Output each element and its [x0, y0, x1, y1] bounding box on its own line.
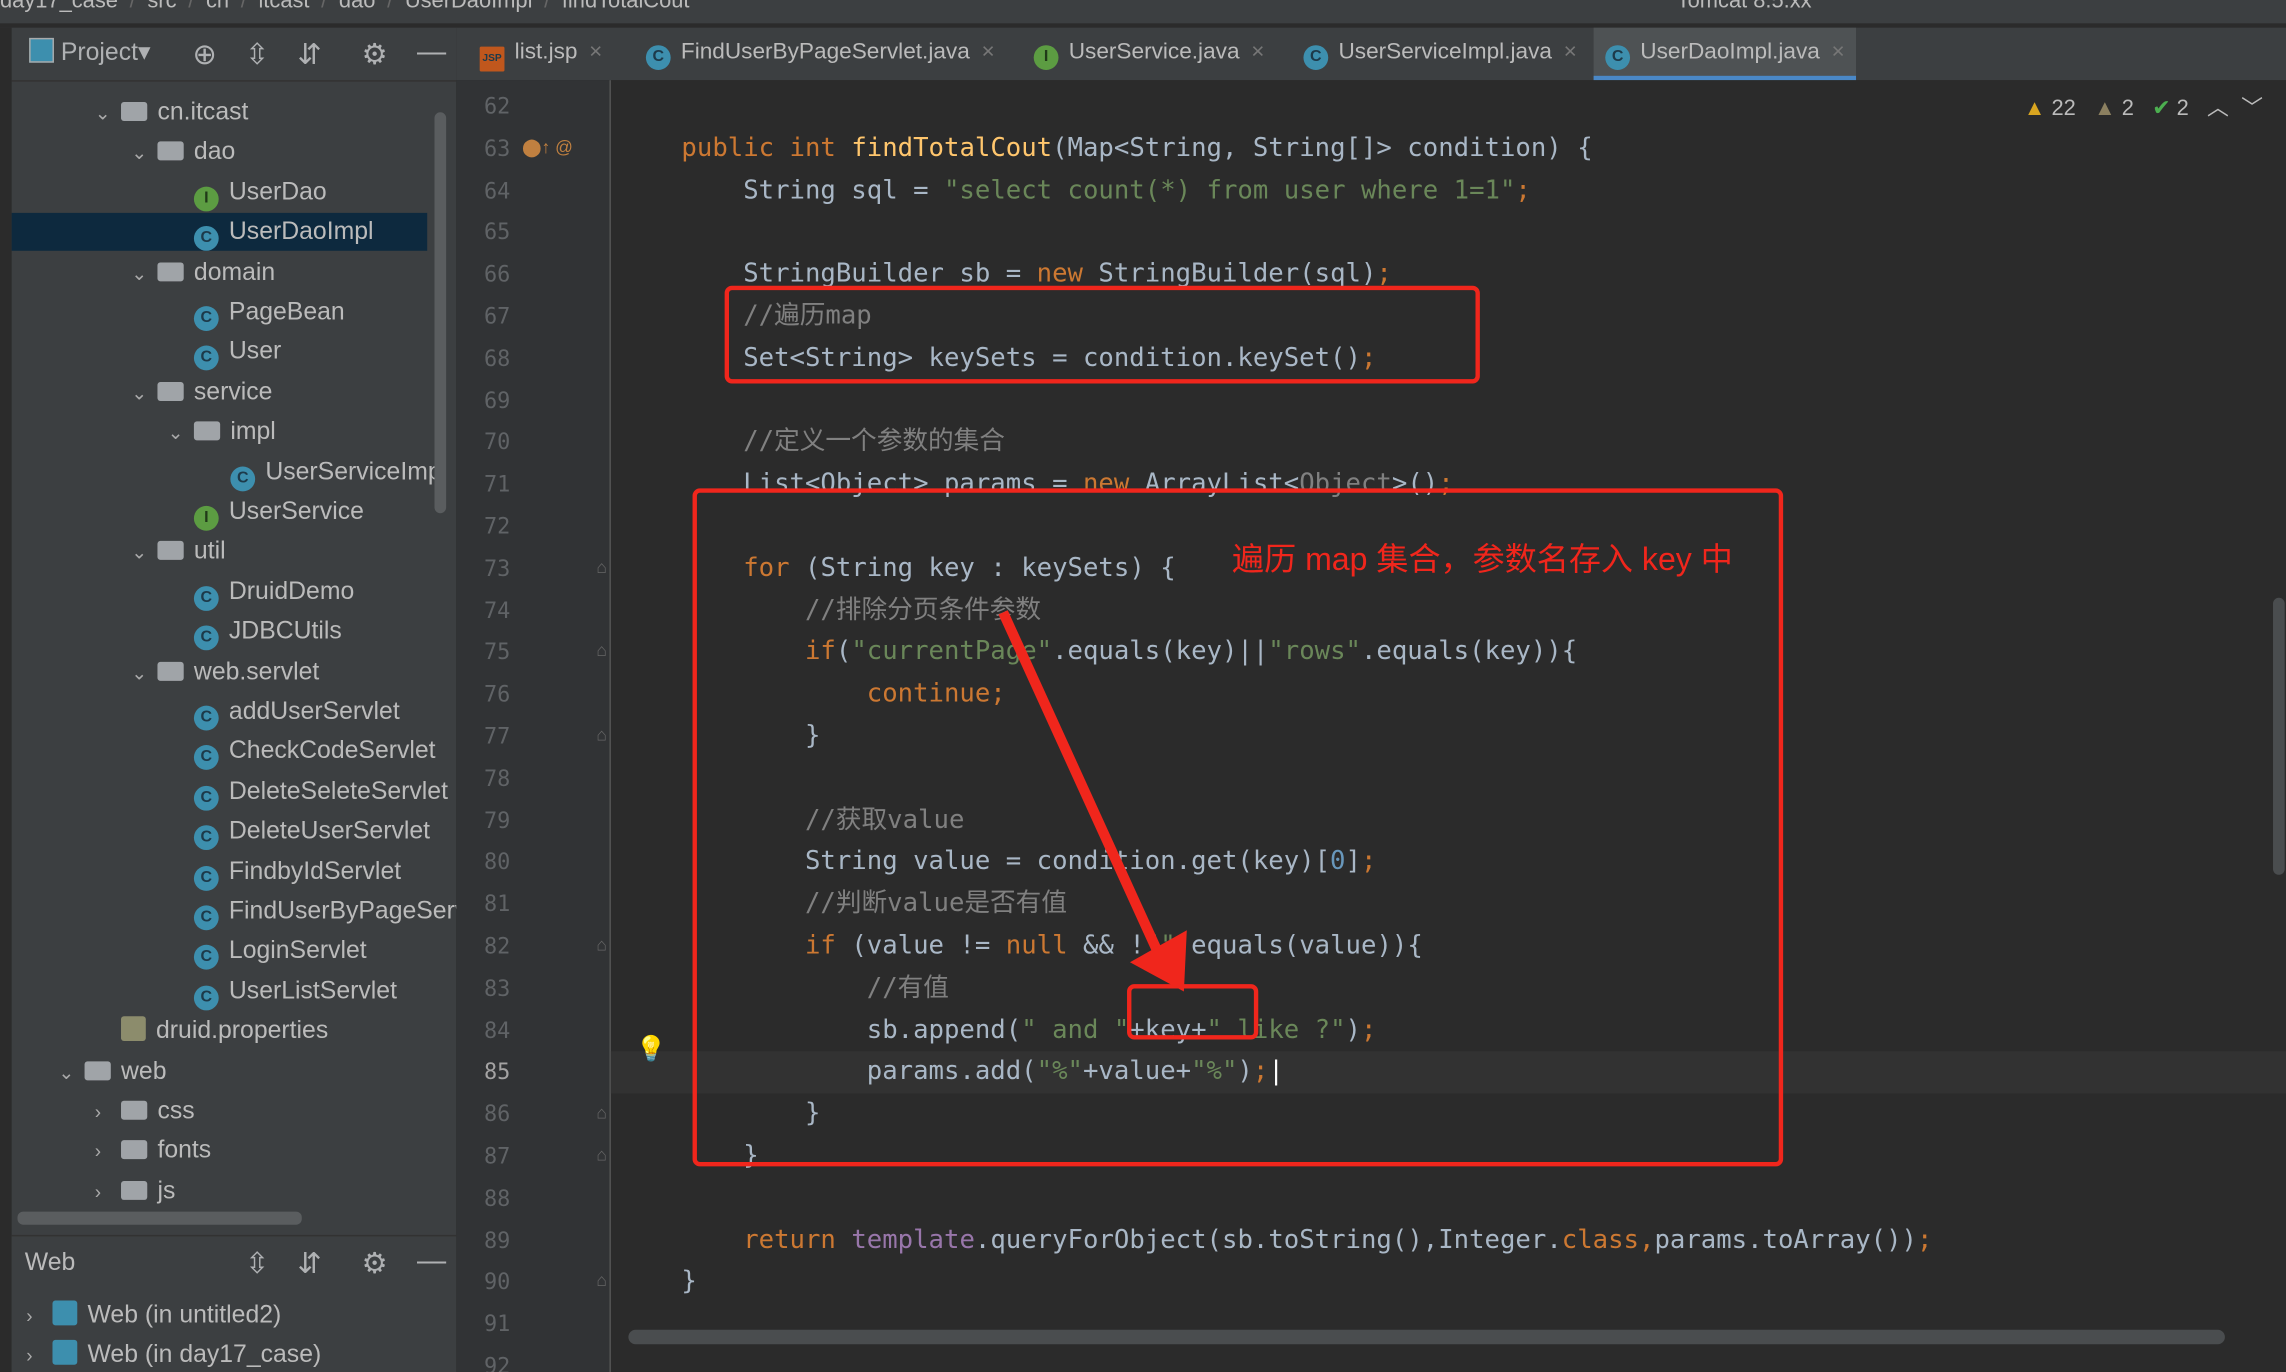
arrow-head [1129, 930, 1187, 992]
arrow-shaft [998, 610, 1164, 958]
ide-window: day17_case / src / cn / itcast / dao / UserDaoImpl… [0, 0, 2286, 1372]
annotation-arrow [998, 610, 1187, 992]
